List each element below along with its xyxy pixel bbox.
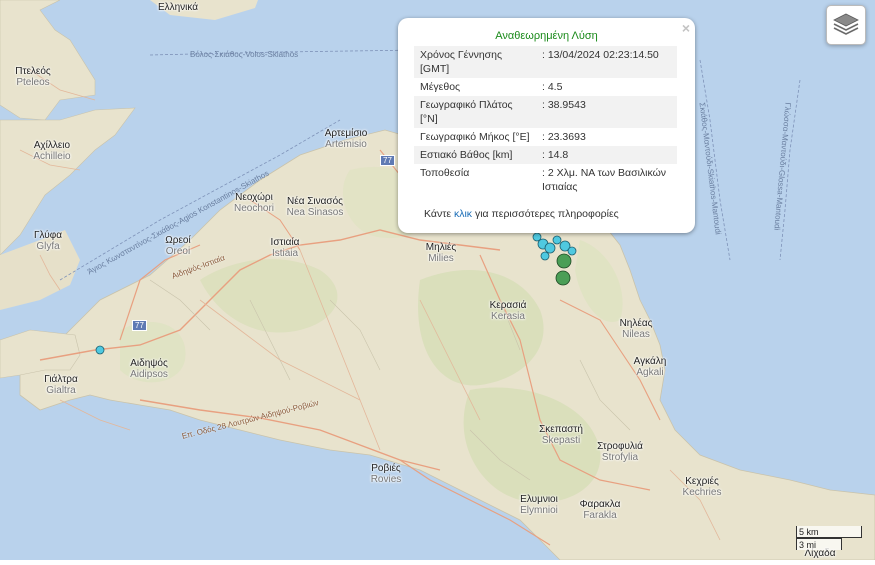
row-value: : 14.8 — [536, 146, 677, 164]
earthquake-details-table: Χρόνος Γέννησης [GMT] : 13/04/2024 02:23… — [414, 46, 677, 196]
place-label: Ελυμνιοι Elymnioi — [520, 494, 558, 516]
place-label: Νεοχώρι Neochori — [233, 192, 275, 214]
place-label: Αρτεμίσιο Artemisio — [324, 128, 368, 150]
place-label: Κερασιά Kerasia — [489, 300, 527, 322]
place-label: Αγκάλη Agkali — [633, 356, 667, 378]
earthquake-marker[interactable] — [567, 246, 577, 256]
more-info-link[interactable]: κλικ — [454, 208, 472, 220]
table-row: Εστιακό Βάθος [km] : 14.8 — [414, 146, 677, 164]
table-row: Χρόνος Γέννησης [GMT] : 13/04/2024 02:23… — [414, 46, 677, 78]
place-label: Σκεπαστή Skepasti — [539, 424, 583, 446]
layers-icon — [833, 13, 859, 35]
row-label: Χρόνος Γέννησης [GMT] — [414, 46, 536, 78]
place-label: Γιάλτρα Gialtra — [44, 374, 78, 396]
place-label: Νέα Σινασός Nea Sinasos — [286, 196, 344, 218]
route-label-volos: Βόλος-Σκιάθος-Volos-Skiathos — [190, 50, 299, 59]
earthquake-marker[interactable] — [544, 242, 556, 254]
place-label: Μηλιές Milies — [425, 242, 457, 264]
table-row: Τοποθεσία : 2 Χλμ. ΝΑ των Βασιλικών Ιστι… — [414, 164, 677, 196]
table-row: Γεωγραφικό Πλάτος [°N] : 38.9543 — [414, 96, 677, 128]
map-scale: 5 km 3 mi — [796, 526, 862, 550]
row-label: Εστιακό Βάθος [km] — [414, 146, 536, 164]
row-value: : 23.3693 — [542, 131, 586, 143]
place-label: Ελληνικά — [157, 2, 199, 13]
place-label: Στροφυλιά Strofylia — [597, 441, 643, 463]
place-label: Αιδηψός Aidipsos — [130, 358, 168, 380]
place-label: Ροβιές Rovies — [370, 463, 402, 485]
earthquake-marker[interactable] — [552, 235, 562, 245]
row-value: : 2 Χλμ. ΝΑ των Βασιλικών Ιστιαίας — [542, 167, 667, 193]
place-label: Γλύφα Glyfa — [33, 230, 63, 252]
place-label: Αχίλλειο Achilleio — [33, 140, 71, 162]
row-label: Γεωγραφικό Πλάτος [°N] — [414, 96, 536, 128]
place-label: Ιστιαία Istiaia — [270, 237, 300, 259]
earthquake-marker[interactable] — [95, 345, 105, 355]
place-label: Ωρεοί Oreoi — [165, 235, 191, 257]
road-shield-77: 77 — [132, 320, 147, 331]
table-row: Γεωγραφικό Μήκος [°E] : 23.3693 — [414, 128, 677, 146]
row-value: : 13/04/2024 02:23:14.50 — [536, 46, 677, 78]
place-label: Φαρακλα Farakla — [579, 499, 621, 521]
more-info-text: Κάντε κλικ για περισσότερες πληροφορίες — [424, 208, 619, 220]
earthquake-info-popup: × Αναθεωρημένη Λύση Χρόνος Γέννησης [GMT… — [398, 18, 695, 233]
row-value: : 38.9543 — [536, 96, 677, 128]
row-value: : 4.5 — [542, 81, 563, 93]
place-label: Νηλέας Nileas — [619, 318, 653, 340]
road-shield-77: 77 — [380, 155, 395, 166]
row-label: Τοποθεσία — [420, 167, 470, 179]
place-label: Πτελεός Pteleos — [15, 66, 51, 88]
place-label: Κεχριές Kechries — [682, 476, 722, 498]
earthquake-marker-large[interactable] — [555, 270, 571, 286]
layers-button[interactable] — [826, 5, 866, 45]
earthquake-marker-large[interactable] — [556, 253, 572, 269]
scale-km: 5 km — [796, 526, 862, 538]
scale-mi: 3 mi — [796, 538, 842, 550]
row-label: Μέγεθος — [420, 81, 461, 93]
earthquake-marker[interactable] — [540, 251, 550, 261]
popup-title: Αναθεωρημένη Λύση — [495, 30, 598, 42]
table-row: Μέγεθος : 4.5 — [414, 78, 677, 96]
row-label: Γεωγραφικό Μήκος [°E] — [420, 131, 530, 143]
